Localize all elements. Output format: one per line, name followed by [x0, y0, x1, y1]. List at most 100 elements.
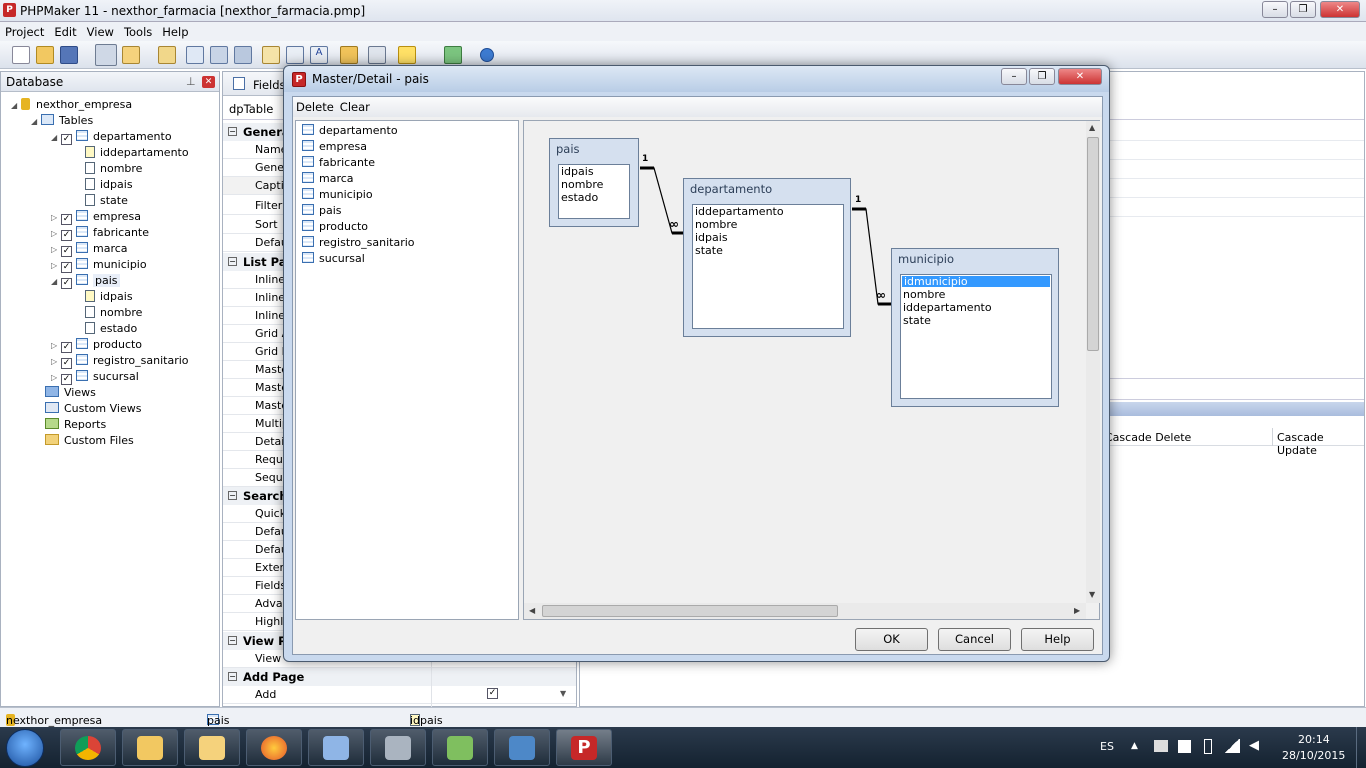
tree-table-municipio[interactable]: ▷ ✓ municipio	[51, 257, 147, 273]
taskbar-firefox[interactable]	[246, 729, 302, 766]
grid-icon[interactable]	[234, 46, 252, 64]
taskbar-chrome[interactable]	[60, 729, 116, 766]
tree-view-icon[interactable]	[95, 44, 117, 66]
list-item[interactable]: producto	[302, 219, 368, 235]
vertical-scroll-thumb[interactable]	[1087, 137, 1099, 351]
collapse-arrow-icon[interactable]: ◢	[31, 114, 41, 130]
menu-edit[interactable]: Edit	[49, 22, 81, 42]
save-icon[interactable]	[60, 46, 78, 64]
checkbox[interactable]: ✓	[61, 374, 72, 385]
font-icon[interactable]: A	[310, 46, 328, 64]
clock-time[interactable]: 20:14	[1298, 733, 1330, 746]
tree-table-registro-sanitario[interactable]: ▷ ✓ registro_sanitario	[51, 353, 189, 369]
layout-icon[interactable]	[122, 46, 140, 64]
menu-clear[interactable]: Clear	[337, 97, 373, 114]
collapse-icon[interactable]: −	[228, 491, 237, 500]
tree-field[interactable]: iddepartamento	[85, 145, 189, 161]
dialog-maximize-button[interactable]: ❐	[1029, 68, 1055, 85]
tree-reports[interactable]: Reports	[45, 417, 106, 433]
panel-close-icon[interactable]: ✕	[202, 76, 215, 88]
tree-field[interactable]: nombre	[85, 161, 142, 177]
tree-table-marca[interactable]: ▷ ✓ marca	[51, 241, 128, 257]
tree-table-producto[interactable]: ▷ ✓ producto	[51, 337, 142, 353]
menu-project[interactable]: Project	[0, 22, 49, 42]
scroll-right-arrow-icon[interactable]: ▶	[1074, 606, 1080, 615]
expand-arrow-icon[interactable]: ▷	[51, 210, 61, 226]
pin-icon[interactable]: ⊥	[186, 75, 196, 88]
checkbox[interactable]: ✓	[61, 262, 72, 273]
horizontal-scrollbar[interactable]: ◀ ▶	[524, 603, 1086, 619]
ok-button[interactable]: OK	[855, 628, 928, 651]
tree-field[interactable]: idpais	[85, 289, 133, 305]
list-item[interactable]: registro_sanitario	[302, 235, 415, 251]
tab-fields[interactable]: Fields	[253, 78, 286, 92]
collapse-icon[interactable]: −	[228, 257, 237, 266]
database-icon[interactable]	[210, 46, 228, 64]
tree-field[interactable]: estado	[85, 321, 137, 337]
expand-arrow-icon[interactable]: ▷	[51, 338, 61, 354]
menu-help[interactable]: Help	[157, 22, 193, 42]
checkbox[interactable]: ✓	[61, 342, 72, 353]
volume-icon[interactable]: ◀	[1249, 738, 1259, 753]
tree-table-sucursal[interactable]: ▷ ✓ sucursal	[51, 369, 139, 385]
checkbox[interactable]: ✓	[61, 214, 72, 225]
lock-icon[interactable]	[340, 46, 358, 64]
taskbar-editor[interactable]	[432, 729, 488, 766]
signal-icon[interactable]	[1224, 739, 1240, 753]
show-desktop-button[interactable]	[1356, 727, 1366, 768]
minimize-button[interactable]: –	[1262, 1, 1288, 18]
entity-field[interactable]: iddepartamento	[901, 301, 1051, 314]
taskbar-phpmaker[interactable]: P	[556, 729, 612, 766]
tree-tables[interactable]: ◢ Tables	[31, 113, 93, 129]
close-button[interactable]: ✕	[1320, 1, 1360, 18]
list-item[interactable]: departamento	[302, 123, 398, 139]
windows-flag-icon[interactable]	[1178, 740, 1191, 753]
checkbox[interactable]: ✓	[61, 278, 72, 289]
settings-icon[interactable]	[368, 46, 386, 64]
tree-root[interactable]: ◢ nexthor_empresa	[11, 97, 132, 113]
list-item[interactable]: fabricante	[302, 155, 375, 171]
vertical-scrollbar[interactable]: ▲ ▼	[1086, 121, 1100, 603]
menu-view[interactable]: View	[82, 22, 119, 42]
open-folder-icon[interactable]	[36, 46, 54, 64]
expand-arrow-icon[interactable]: ▷	[51, 370, 61, 386]
new-file-icon[interactable]	[12, 46, 30, 64]
section-add-page[interactable]: − Add Page	[223, 668, 576, 686]
scroll-down-arrow-icon[interactable]: ▼	[560, 689, 566, 698]
tree-field[interactable]: nombre	[85, 305, 142, 321]
menu-delete[interactable]: Delete	[293, 97, 337, 114]
tree-views[interactable]: Views	[45, 385, 96, 401]
taskbar-mysql[interactable]	[494, 729, 550, 766]
entity-municipio[interactable]: municipio idmunicipio nombre iddepartame…	[891, 248, 1059, 407]
collapse-arrow-icon[interactable]: ◢	[11, 98, 21, 114]
taskbar-explorer[interactable]	[122, 729, 178, 766]
generate-icon[interactable]	[398, 46, 416, 64]
tree-table-empresa[interactable]: ▷ ✓ empresa	[51, 209, 141, 225]
entity-pais[interactable]: pais idpais nombre estado	[549, 138, 639, 227]
expand-arrow-icon[interactable]: ▷	[51, 258, 61, 274]
entity-departamento[interactable]: departamento iddepartamento nombre idpai…	[683, 178, 851, 337]
entity-field[interactable]: idpais	[559, 165, 629, 178]
collapse-icon[interactable]: −	[228, 672, 237, 681]
collapse-arrow-icon[interactable]: ◢	[51, 274, 61, 290]
help-icon[interactable]	[480, 48, 494, 62]
expand-arrow-icon[interactable]: ▷	[51, 226, 61, 242]
horizontal-scroll-thumb[interactable]	[542, 605, 838, 617]
tree-table-fabricante[interactable]: ▷ ✓ fabricante	[51, 225, 149, 241]
collapse-icon[interactable]: −	[228, 127, 237, 136]
battery-icon[interactable]	[1204, 739, 1212, 754]
col-cascade-update[interactable]: Cascade Update	[1277, 431, 1364, 457]
checkbox[interactable]: ✓	[61, 358, 72, 369]
scroll-up-arrow-icon[interactable]: ▲	[1089, 123, 1095, 132]
taskbar-media[interactable]	[308, 729, 364, 766]
entity-field[interactable]: state	[901, 314, 1051, 327]
entity-field[interactable]: nombre	[559, 178, 629, 191]
start-button[interactable]	[6, 729, 44, 767]
collapse-icon[interactable]: −	[228, 636, 237, 645]
maximize-button[interactable]: ❐	[1290, 1, 1316, 18]
list-item[interactable]: marca	[302, 171, 354, 187]
entity-field[interactable]: idpais	[693, 231, 843, 244]
tree-custom-files[interactable]: Custom Files	[45, 433, 134, 449]
expand-arrow-icon[interactable]: ▷	[51, 354, 61, 370]
entity-field[interactable]: nombre	[901, 288, 1051, 301]
